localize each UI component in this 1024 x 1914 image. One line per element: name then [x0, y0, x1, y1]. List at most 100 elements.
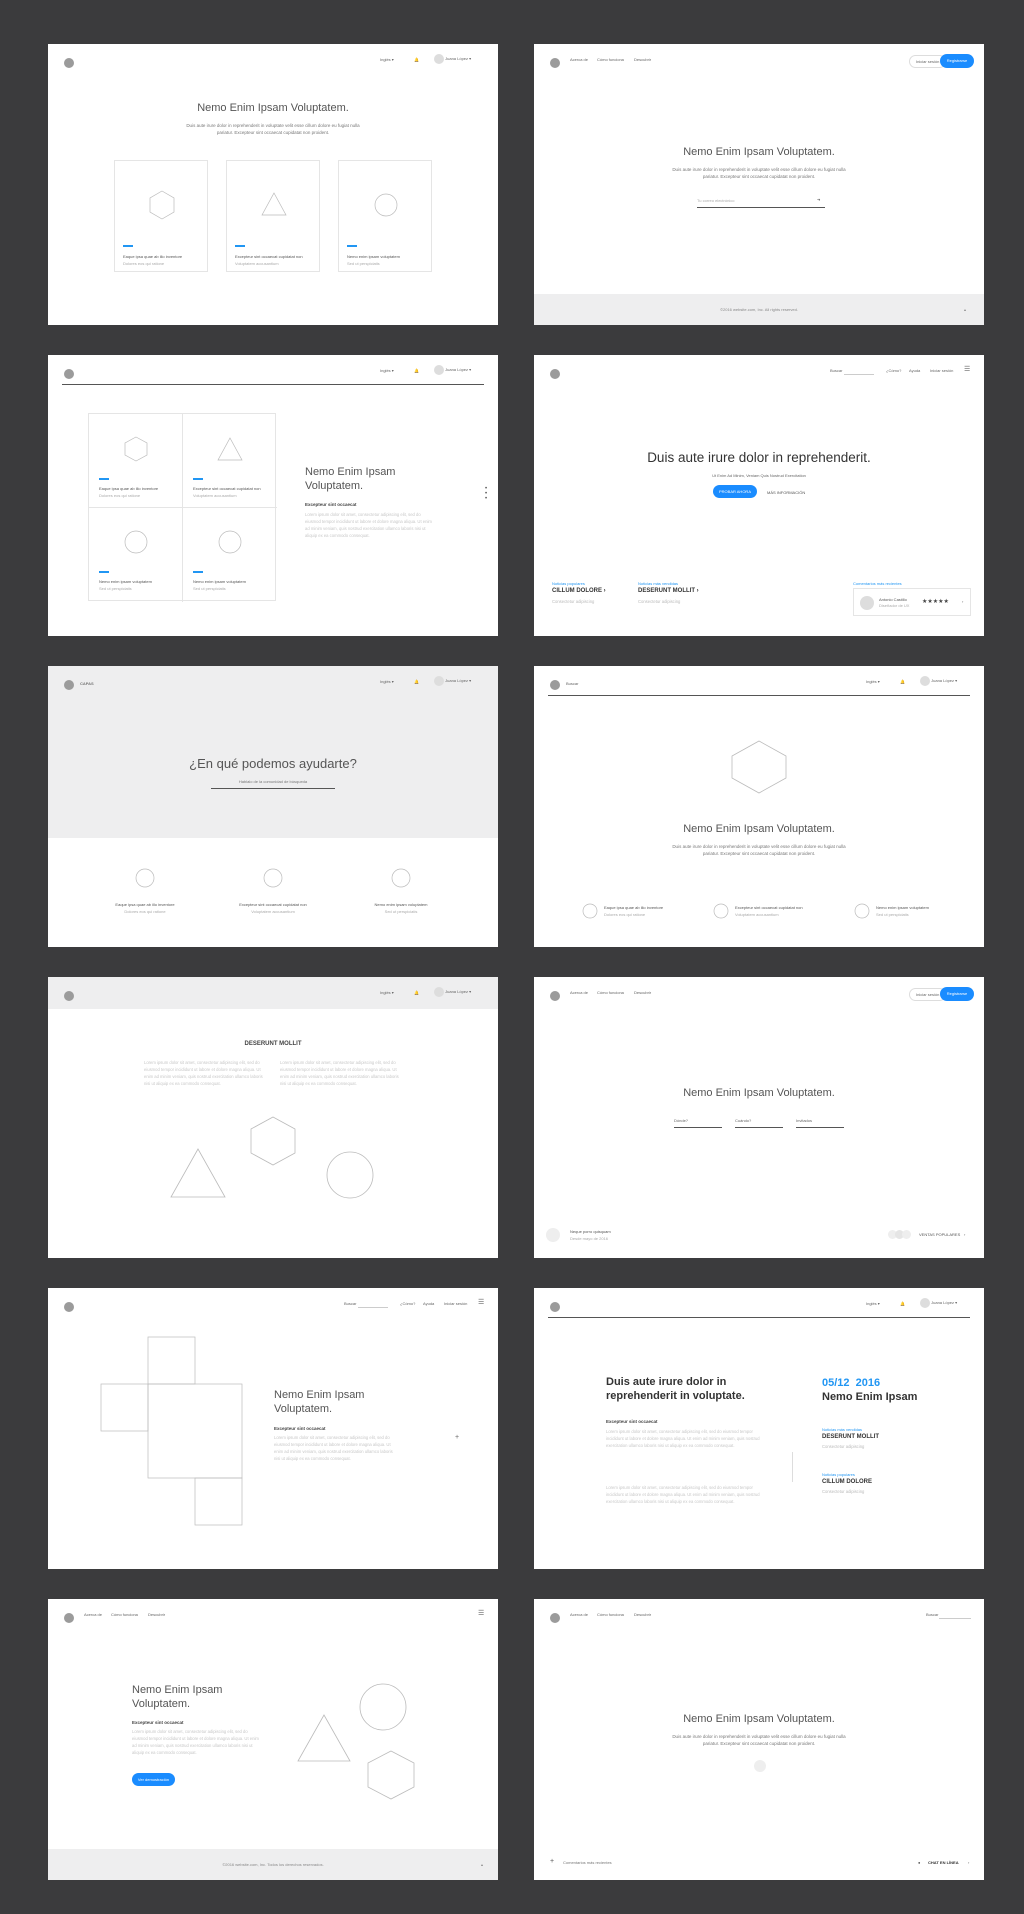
nav-discover[interactable]: Descubrir — [634, 990, 651, 995]
nav-how-q[interactable]: ¿Cómo? — [886, 368, 901, 373]
location-title[interactable]: Neque porro quisquam — [570, 1229, 611, 1234]
topic-title[interactable]: Excepteur sint occaecat cupidatat non — [223, 902, 323, 907]
card-title: Excepteur sint occaecat cupidatat non — [193, 486, 261, 491]
feature-sub: Dolores eos qui ratione — [604, 912, 646, 917]
play-icon[interactable] — [754, 1760, 766, 1772]
chevron-up-icon[interactable]: ▴ — [481, 1862, 483, 1867]
chevron-right-icon[interactable]: › — [968, 1860, 969, 1865]
nav-search[interactable]: Buscar — [830, 368, 842, 373]
bell-icon[interactable]: 🔔 — [414, 57, 419, 62]
topic-title[interactable]: Nemo enim ipsam voluptatem — [351, 902, 451, 907]
review-card[interactable]: Antonio Castillo Diseñador de UX ★★★★★ › — [853, 588, 971, 616]
topic-sub: Sed ut perspiciatis — [384, 909, 418, 914]
nav-language[interactable]: Inglés ▾ — [866, 1301, 880, 1306]
card-3[interactable]: Nemo enim ipsam voluptatem Sed ut perspi… — [338, 160, 432, 272]
when-field[interactable]: Cuándo? — [735, 1118, 751, 1123]
logo-icon[interactable] — [550, 1613, 560, 1623]
logo-icon[interactable] — [550, 1302, 560, 1312]
description: Duis aute irure dolor in reprehenderit i… — [672, 167, 846, 179]
popular-sales-link[interactable]: VENTAS POPULARES — [919, 1232, 960, 1237]
user-menu[interactable]: Juana López ▾ — [920, 1298, 957, 1308]
nav-discover[interactable]: Descubrir — [634, 1612, 651, 1617]
footer-copyright: ©2016 website.com, Inc. All rights reser… — [720, 307, 798, 312]
pager-dots[interactable]: • • • — [485, 486, 487, 502]
input-underline — [735, 1127, 783, 1128]
nav-login[interactable]: Iniciar sesión — [930, 368, 953, 373]
menu-icon[interactable]: ☰ — [964, 365, 970, 373]
chevron-up-icon[interactable]: ▴ — [964, 307, 966, 312]
section-body: Lorem ipsum dolor sit amet, consectetur … — [305, 512, 432, 538]
popular-item[interactable]: CILLUM DOLORE — [822, 1479, 872, 1485]
nav-search[interactable]: Buscar — [926, 1612, 938, 1617]
feature-title[interactable]: Nemo enim ipsam voluptatem — [876, 905, 929, 910]
hero-title: Duis aute irure dolor in reprehenderit. — [647, 450, 871, 465]
live-chat-link[interactable]: CHAT EN LÍNEA — [928, 1860, 959, 1865]
bestseller-item[interactable]: DESERUNT MOLLIT — [822, 1434, 879, 1440]
email-input[interactable]: Tu correo electrónico — [697, 198, 734, 203]
user-menu[interactable]: Juana López ▾ — [434, 365, 471, 375]
card-title: Nemo enim ipsam voluptatem — [347, 254, 400, 259]
card-sub: Voluptatem accusantium — [235, 261, 279, 266]
article-heading: Nemo Enim Ipsam — [822, 1391, 918, 1403]
nav-about[interactable]: Acerca de — [570, 990, 588, 995]
avatar — [546, 1228, 560, 1242]
logo-icon[interactable] — [550, 58, 560, 68]
popular-desc: Consectetur adipiscing — [822, 1489, 865, 1494]
bestseller-label: Noticias más vendidas — [822, 1427, 863, 1432]
plus-icon[interactable]: + — [455, 1434, 459, 1441]
logo-icon[interactable] — [550, 369, 560, 379]
where-field[interactable]: Dónde? — [674, 1118, 688, 1123]
review-user-sub: Diseñador de UX — [879, 603, 910, 608]
card-1[interactable]: Eaque ipsa quae ab illo inventore Dolore… — [114, 160, 208, 272]
accent-bar — [99, 478, 109, 480]
avatar-stack — [888, 1230, 912, 1239]
nav-discover[interactable]: Descubrir — [634, 57, 651, 62]
nav-language[interactable]: Inglés ▾ — [380, 368, 394, 373]
screen-grid-feature: Inglés ▾ 🔔 Juana López ▾ Eaque ipsa quae… — [48, 355, 498, 636]
logo-icon[interactable] — [64, 58, 74, 68]
feature-title[interactable]: Excepteur sint occaecat cupidatat non — [735, 905, 803, 910]
accent-bar — [235, 245, 245, 247]
section-title: Nemo Enim Ipsam Voluptatem. — [305, 466, 396, 492]
bell-icon[interactable]: 🔔 — [900, 1301, 905, 1306]
bestseller-item[interactable]: DESERUNT MOLLIT › — [638, 588, 699, 594]
topic-title[interactable]: Eaque ipsa quae ab illo inventore — [95, 902, 195, 907]
chevron-right-icon[interactable]: › — [962, 599, 963, 604]
logo-icon[interactable] — [550, 991, 560, 1001]
user-menu[interactable]: Juana López ▾ — [434, 54, 471, 64]
hero-subtitle: Ut Enim Ad Minim, Veniam Quis Nostrud Ex… — [712, 473, 806, 478]
card-sub: Voluptatem accusantium — [193, 493, 237, 498]
more-info-link[interactable]: MÁS INFORMACIÓN — [767, 490, 805, 495]
plus-icon[interactable]: + — [550, 1858, 554, 1865]
try-now-button[interactable]: PROBAR AHORA — [713, 485, 757, 498]
chevron-right-icon[interactable]: › — [964, 1232, 965, 1237]
shape-composition — [170, 1116, 374, 1199]
nav-help[interactable]: Ayuda — [909, 368, 920, 373]
card-sub: Dolores eos qui ratione — [99, 493, 141, 498]
bell-icon[interactable]: 🔔 — [414, 368, 419, 373]
nav-about[interactable]: Acerca de — [570, 57, 588, 62]
section-subtitle: Excepteur sint occaecat — [274, 1426, 326, 1431]
arrow-right-icon[interactable]: ➜ — [817, 197, 820, 202]
feature-title[interactable]: Eaque ipsa quae ab illo inventore — [604, 905, 663, 910]
register-button[interactable]: Registrarse — [940, 987, 974, 1001]
nav-about[interactable]: Acerca de — [570, 1612, 588, 1617]
guests-field[interactable]: Invitados — [796, 1118, 812, 1123]
shape-composition — [297, 1683, 415, 1800]
location-sub: Desde mayo de 2016 — [570, 1236, 609, 1241]
screen-hexagon-feature: Buscar Inglés ▾ 🔔 Juana López ▾ Nemo Eni… — [534, 666, 984, 947]
nav-language[interactable]: Inglés ▾ — [380, 57, 394, 62]
nav-how[interactable]: Cómo funciona — [597, 1612, 624, 1617]
popular-item[interactable]: CILLUM DOLORE › — [552, 588, 606, 594]
card-2[interactable]: Excepteur sint occaecat cupidatat non Vo… — [226, 160, 320, 272]
screen-demo: Acerca de Cómo funciona Descubrir ☰ Nemo… — [48, 1599, 498, 1880]
card-title: Excepteur sint occaecat cupidatat non — [235, 254, 303, 259]
logo-icon[interactable] — [64, 369, 74, 379]
screen-squares-feature: Buscar ¿Cómo? Ayuda Iniciar sesión ☰ Nem… — [48, 1288, 498, 1569]
recent-comments-link[interactable]: Comentarios más recientes — [563, 1860, 612, 1865]
nav-how[interactable]: Cómo funciona — [597, 990, 624, 995]
register-button[interactable]: Registrarse — [940, 54, 974, 68]
chat-bubble-icon[interactable]: ● — [918, 1860, 920, 1865]
nav-how[interactable]: Cómo funciona — [597, 57, 624, 62]
avatar — [434, 365, 444, 375]
